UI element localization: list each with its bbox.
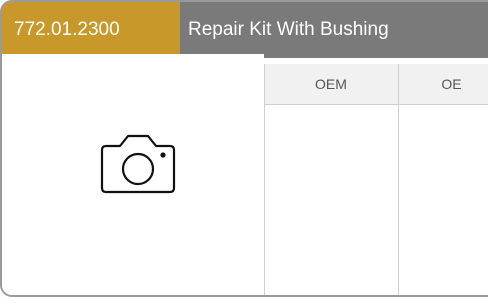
product-card: 772.01.2300 Repair Kit With Bushing OEM … — [0, 0, 488, 297]
column-header-oe[interactable]: OE — [399, 64, 488, 105]
column-header-oem[interactable]: OEM — [264, 64, 398, 105]
oem-column — [264, 105, 398, 295]
card-header: 772.01.2300 Repair Kit With Bushing — [2, 2, 488, 58]
part-number-tab[interactable]: 772.01.2300 — [2, 2, 180, 58]
oe-column — [399, 105, 488, 295]
table-left-divider — [264, 64, 265, 295]
column-divider — [398, 64, 399, 295]
product-title: Repair Kit With Bushing — [188, 19, 389, 40]
cross-reference-table: OEM OE — [264, 64, 488, 295]
photo-tab-edge — [2, 54, 264, 60]
product-photo-placeholder[interactable] — [2, 54, 264, 295]
camera-icon — [100, 134, 176, 194]
